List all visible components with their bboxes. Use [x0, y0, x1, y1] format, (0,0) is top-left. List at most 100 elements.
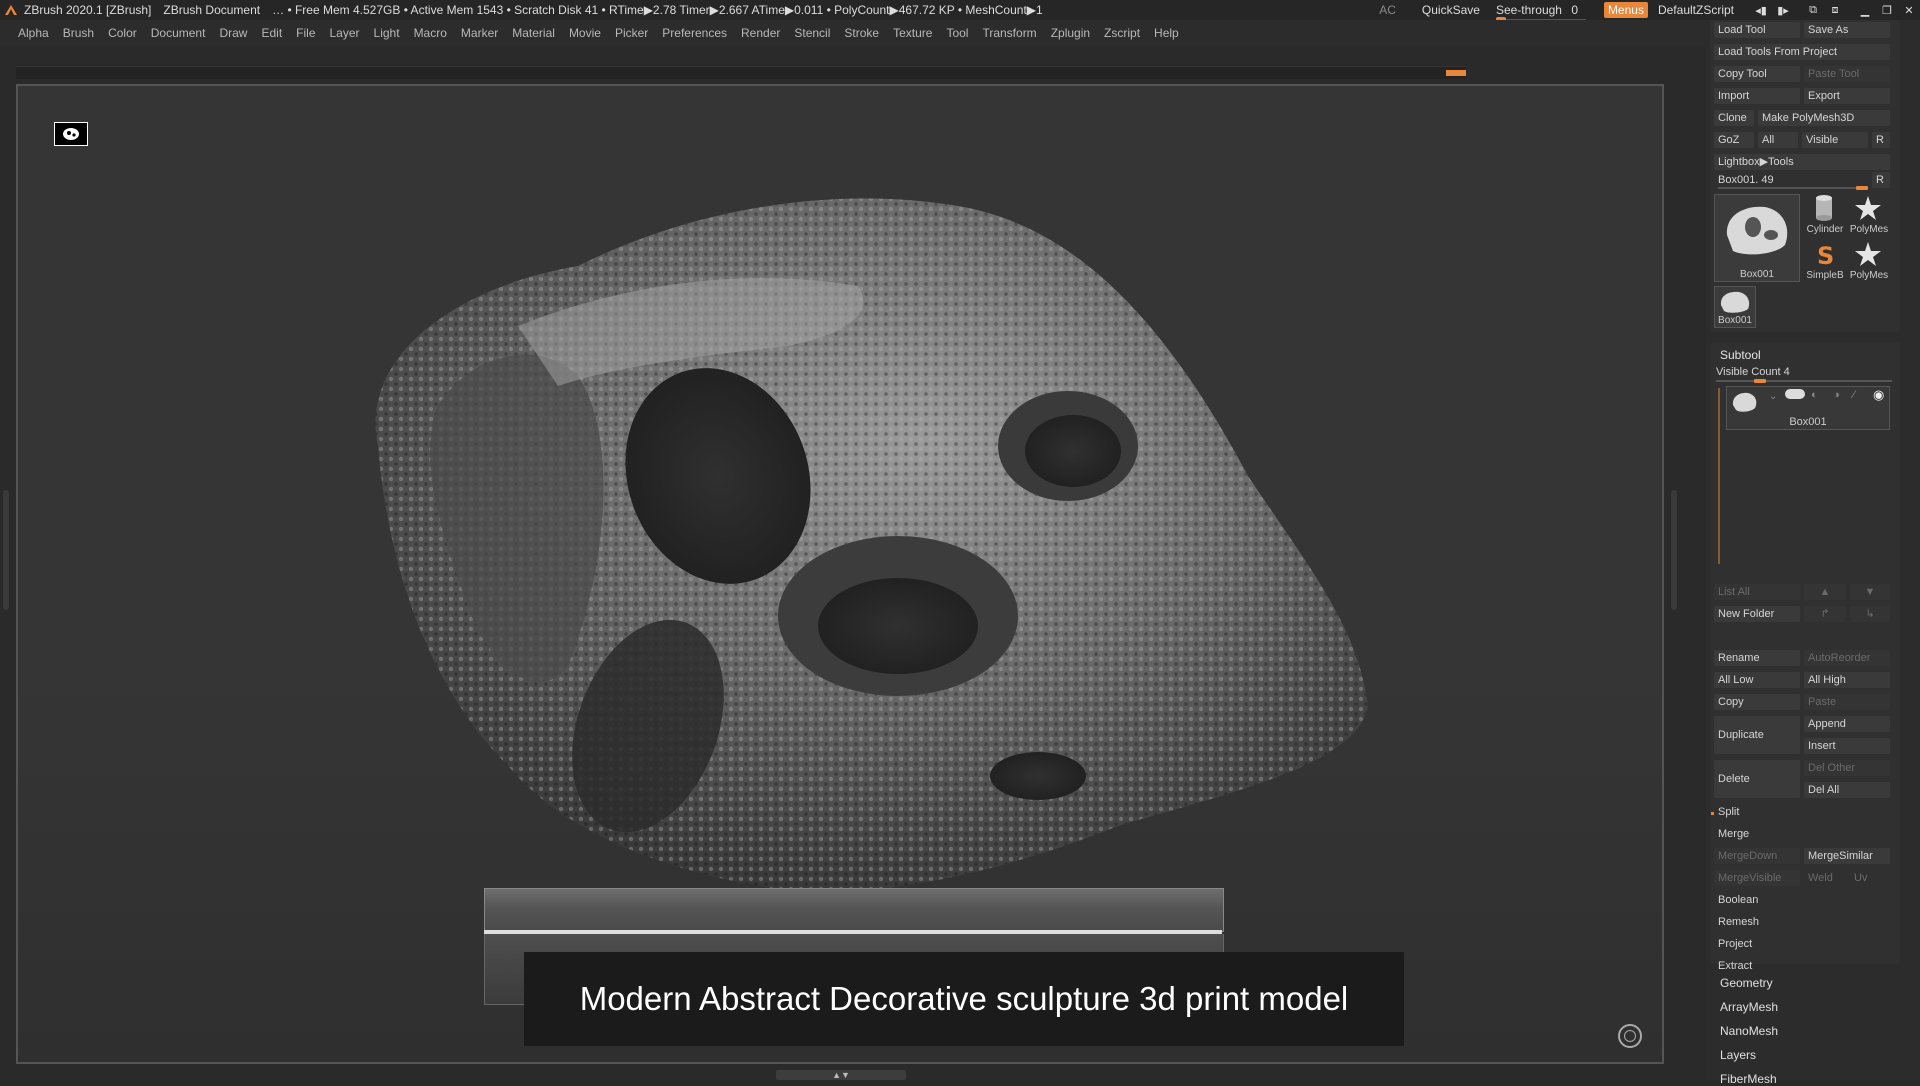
sculpture-model[interactable] [318, 146, 1428, 946]
merge-section[interactable]: Merge [1714, 826, 1890, 842]
tool-thumb-simplebrush[interactable]: S SimpleB [1804, 240, 1846, 282]
menu-movie[interactable]: Movie [569, 26, 601, 40]
duplicate-button[interactable]: Duplicate [1714, 716, 1800, 754]
menu-marker[interactable]: Marker [461, 26, 498, 40]
weld-toggle[interactable]: Weld [1804, 870, 1846, 886]
delete-button[interactable]: Delete [1714, 760, 1800, 798]
boolean-section[interactable]: Boolean [1714, 892, 1890, 908]
goz-r-button[interactable]: R [1872, 132, 1890, 148]
tool-thumb-polymesh[interactable]: PolyMes [1848, 194, 1890, 236]
menu-light[interactable]: Light [374, 26, 400, 40]
visible-count-knob[interactable] [1754, 379, 1766, 383]
menu-macro[interactable]: Macro [414, 26, 447, 40]
see-through-slider[interactable]: See-through 0 [1495, 3, 1586, 23]
menu-help[interactable]: Help [1154, 26, 1179, 40]
close-icon[interactable]: ✕ [1898, 4, 1920, 17]
copy-button[interactable]: Copy [1714, 694, 1800, 710]
menu-material[interactable]: Material [512, 26, 555, 40]
subtool-folder-icon[interactable]: ⌄ [1769, 391, 1777, 402]
ui-layout-icon[interactable]: ⧈ [1824, 4, 1846, 17]
layers-section[interactable]: Layers [1720, 1048, 1756, 1062]
move-up-icon[interactable]: ▲ [1804, 584, 1846, 600]
subtool-half-icon[interactable]: ◑ [1833, 389, 1840, 401]
zbrush-logo-icon[interactable] [2, 1, 20, 19]
insert-button[interactable]: Insert [1804, 738, 1890, 754]
shelf-marker[interactable] [1446, 70, 1466, 76]
mergevisible-button[interactable]: MergeVisible [1714, 870, 1800, 886]
document-canvas[interactable]: Modern Abstract Decorative sculpture 3d … [16, 84, 1664, 1064]
new-folder-button[interactable]: New Folder [1714, 606, 1800, 622]
append-button[interactable]: Append [1804, 716, 1890, 732]
geometry-section[interactable]: Geometry [1720, 976, 1773, 990]
load-tool-button[interactable]: Load Tool [1714, 22, 1800, 38]
subtool-eye-icon[interactable]: ◉ [1873, 387, 1884, 403]
paste-button[interactable]: Paste [1804, 694, 1890, 710]
visible-count-track[interactable] [1716, 380, 1892, 382]
layout-next-icon[interactable]: ▮▸ [1772, 4, 1794, 17]
arraymesh-section[interactable]: ArrayMesh [1720, 1000, 1778, 1014]
all-low-button[interactable]: All Low [1714, 672, 1800, 688]
menu-picker[interactable]: Picker [615, 26, 648, 40]
list-all-button[interactable]: List All [1714, 584, 1800, 600]
del-other-button[interactable]: Del Other [1804, 760, 1890, 776]
bottom-tray-handle[interactable]: ▲▼ [776, 1070, 906, 1080]
menu-brush[interactable]: Brush [63, 26, 94, 40]
subtool-polypaint-toggle-icon[interactable] [1785, 389, 1805, 399]
move-out-icon[interactable]: ↳ [1850, 606, 1890, 622]
mesh-preview-icon[interactable] [54, 122, 88, 146]
tool-thumb-box001-small[interactable]: Box001 [1714, 286, 1756, 328]
restore-icon[interactable]: ❐ [1876, 4, 1898, 17]
export-button[interactable]: Export [1804, 88, 1890, 104]
layout-prev-icon[interactable]: ◂▮ [1750, 4, 1772, 17]
tool-thumb-polymesh-2[interactable]: PolyMes [1848, 240, 1890, 282]
goz-all-button[interactable]: All [1758, 132, 1798, 148]
del-all-button[interactable]: Del All [1804, 782, 1890, 798]
menu-document[interactable]: Document [151, 26, 206, 40]
menu-tool[interactable]: Tool [946, 26, 968, 40]
project-section[interactable]: Project [1714, 936, 1890, 952]
menu-file[interactable]: File [296, 26, 315, 40]
current-tool-r-button[interactable]: R [1872, 172, 1890, 188]
subtool-item-box001[interactable]: ⌄ ◐ ◑ ⁄ ◉ Box001 [1726, 386, 1890, 430]
mergesimilar-button[interactable]: MergeSimilar [1804, 848, 1890, 864]
save-as-button[interactable]: Save As [1804, 22, 1890, 38]
menu-layer[interactable]: Layer [330, 26, 360, 40]
goz-visible-button[interactable]: Visible [1802, 132, 1868, 148]
rename-button[interactable]: Rename [1714, 650, 1800, 666]
split-section[interactable]: Split [1714, 804, 1890, 820]
remesh-section[interactable]: Remesh [1714, 914, 1890, 930]
tool-thumb-cylinder[interactable]: Cylinder [1804, 194, 1846, 236]
menu-stroke[interactable]: Stroke [844, 26, 879, 40]
subtool-moon-icon[interactable]: ◐ [1811, 389, 1818, 401]
nanomesh-section[interactable]: NanoMesh [1720, 1024, 1778, 1038]
subtool-list-scrollbar[interactable] [1718, 388, 1720, 564]
make-polymesh3d-button[interactable]: Make PolyMesh3D [1758, 110, 1890, 126]
uv-toggle[interactable]: Uv [1850, 870, 1890, 886]
menu-draw[interactable]: Draw [219, 26, 247, 40]
view-navigation-icon[interactable] [1618, 1024, 1642, 1048]
menu-edit[interactable]: Edit [261, 26, 282, 40]
menu-zplugin[interactable]: Zplugin [1051, 26, 1090, 40]
menu-alpha[interactable]: Alpha [18, 26, 49, 40]
copy-tool-button[interactable]: Copy Tool [1714, 66, 1800, 82]
menu-color[interactable]: Color [108, 26, 137, 40]
current-tool-slider-knob[interactable] [1856, 186, 1868, 190]
load-tools-from-project-button[interactable]: Load Tools From Project [1714, 44, 1890, 60]
subtool-brush-icon[interactable]: ⁄ [1853, 389, 1855, 401]
menu-preferences[interactable]: Preferences [662, 26, 727, 40]
all-high-button[interactable]: All High [1804, 672, 1890, 688]
move-down-icon[interactable]: ▼ [1850, 584, 1890, 600]
paste-tool-button[interactable]: Paste Tool [1804, 66, 1890, 82]
goz-button[interactable]: GoZ [1714, 132, 1754, 148]
minimize-icon[interactable]: ▁ [1854, 4, 1876, 17]
autoreorder-button[interactable]: AutoReorder [1804, 650, 1890, 666]
ac-toggle[interactable]: AC [1379, 3, 1396, 17]
lightbox-tools-button[interactable]: Lightbox▶Tools [1714, 154, 1890, 170]
right-tray-handle[interactable] [1671, 490, 1677, 610]
extract-section[interactable]: Extract [1714, 958, 1890, 974]
quicksave-button[interactable]: QuickSave [1422, 3, 1480, 17]
menu-transform[interactable]: Transform [982, 26, 1036, 40]
subtool-header[interactable]: Subtool [1720, 348, 1761, 362]
import-button[interactable]: Import [1714, 88, 1800, 104]
left-tray-handle[interactable] [3, 490, 9, 610]
